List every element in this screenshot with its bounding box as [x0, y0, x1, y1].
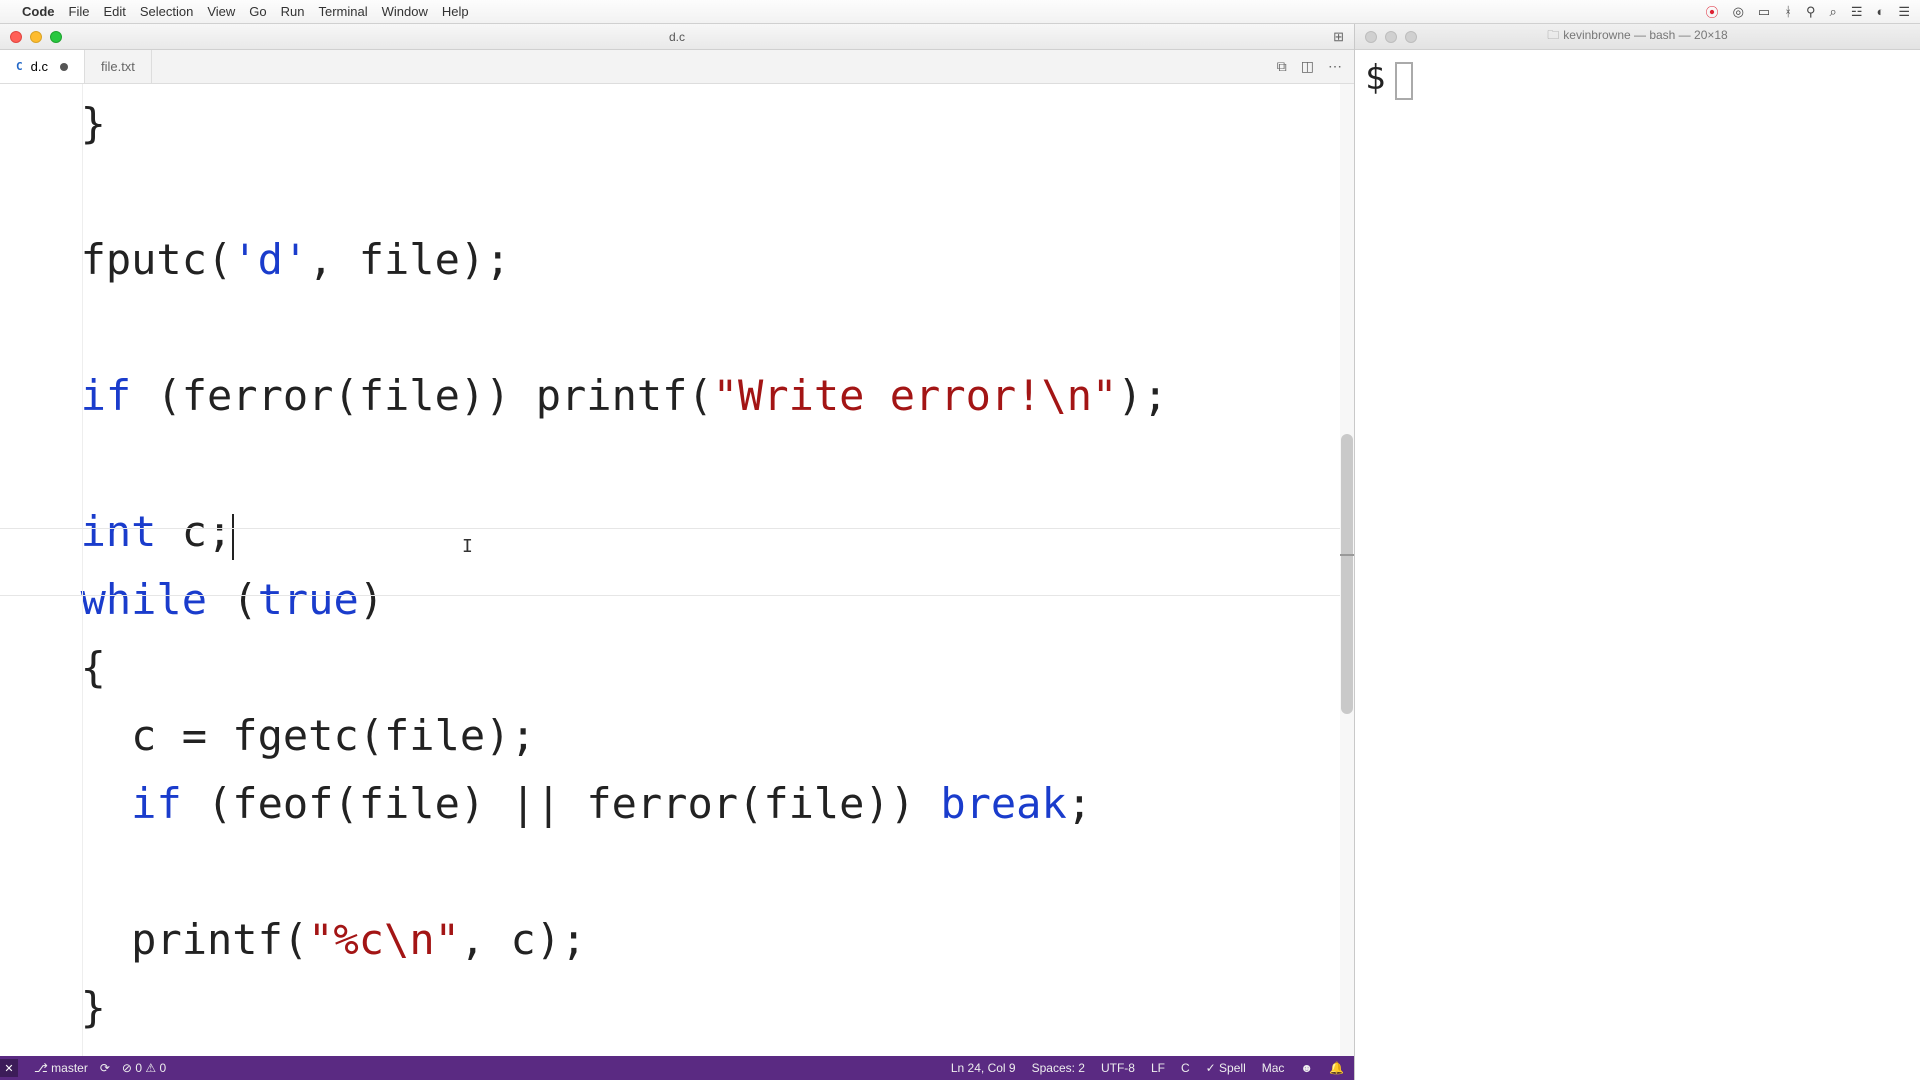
app-name[interactable]: Code [22, 4, 55, 19]
terminal-cursor [1395, 62, 1413, 100]
notification-icon[interactable]: ☰ [1898, 4, 1910, 20]
menu-view[interactable]: View [207, 4, 235, 19]
menu-file[interactable]: File [69, 4, 90, 19]
code-editor[interactable]: } fputc('d', file); if (ferror(file)) pr… [0, 84, 1354, 1056]
indent-guide [82, 84, 83, 1056]
more-actions-icon[interactable]: ⋯ [1328, 58, 1342, 75]
screen-record-icon[interactable]: ⦿ [1706, 2, 1719, 21]
target-icon[interactable]: ◎ [1733, 4, 1744, 20]
code-content[interactable]: } fputc('d', file); if (ferror(file)) pr… [0, 84, 1354, 1042]
terminal-window: 🗀kevinbrowne — bash — 20×18 $ [1355, 24, 1920, 1080]
split-editor-icon[interactable]: ◫ [1301, 58, 1314, 75]
close-button[interactable] [1365, 31, 1377, 43]
menu-selection[interactable]: Selection [140, 4, 193, 19]
editor-titlebar[interactable]: d.c ⊞ [0, 24, 1354, 50]
feedback-icon[interactable]: ☻ [1300, 1061, 1313, 1075]
compare-icon[interactable]: ⧉ [1277, 58, 1287, 75]
bluetooth-icon[interactable]: ᚼ [1784, 4, 1792, 19]
terminal-body[interactable]: $ [1355, 50, 1920, 1080]
menu-terminal[interactable]: Terminal [319, 4, 368, 19]
menu-window[interactable]: Window [382, 4, 428, 19]
minimize-button[interactable] [1385, 31, 1397, 43]
cursor-position[interactable]: Ln 24, Col 9 [951, 1061, 1016, 1075]
minimize-button[interactable] [30, 31, 42, 43]
menu-help[interactable]: Help [442, 4, 469, 19]
problems-indicator[interactable]: ⊘ 0 ⚠ 0 [122, 1061, 166, 1075]
text-caret-icon: I [462, 536, 473, 557]
tab-d-c[interactable]: C d.c [0, 50, 85, 83]
status-bar: ✕ ⎇ master ⟳ ⊘ 0 ⚠ 0 Ln 24, Col 9 Spaces… [0, 1056, 1354, 1080]
zoom-button[interactable] [1405, 31, 1417, 43]
menu-edit[interactable]: Edit [103, 4, 125, 19]
eol[interactable]: LF [1151, 1061, 1165, 1075]
titlebar-right-icons: ⊞ [1333, 29, 1344, 45]
scrollbar-thumb[interactable] [1341, 434, 1353, 714]
tab-dirty-indicator [60, 63, 68, 71]
display-icon[interactable]: ▭ [1758, 4, 1770, 20]
desktop: d.c ⊞ C d.c file.txt ⧉ ◫ ⋯ } fpu [0, 24, 1920, 1080]
editor-window-title: d.c [669, 30, 685, 44]
tab-label: d.c [31, 59, 48, 74]
editor-window: d.c ⊞ C d.c file.txt ⧉ ◫ ⋯ } fpu [0, 24, 1355, 1080]
terminal-titlebar[interactable]: 🗀kevinbrowne — bash — 20×18 [1355, 24, 1920, 50]
terminal-prompt: $ [1365, 58, 1385, 98]
spell-check[interactable]: ✓ Spell [1206, 1061, 1246, 1075]
indent-setting[interactable]: Spaces: 2 [1032, 1061, 1085, 1075]
scroll-marker [1340, 554, 1354, 556]
remote-indicator[interactable]: ✕ [0, 1059, 18, 1077]
folder-icon: 🗀 [1547, 28, 1559, 42]
git-sync-icon[interactable]: ⟳ [100, 1061, 110, 1075]
encoding[interactable]: UTF-8 [1101, 1061, 1135, 1075]
menu-run[interactable]: Run [281, 4, 305, 19]
git-branch[interactable]: ⎇ master [34, 1061, 88, 1075]
close-button[interactable] [10, 31, 22, 43]
platform[interactable]: Mac [1262, 1061, 1285, 1075]
layout-icon[interactable]: ⊞ [1333, 29, 1344, 45]
window-controls [10, 31, 62, 43]
tab-right-actions: ⧉ ◫ ⋯ [1277, 50, 1354, 83]
zoom-button[interactable] [50, 31, 62, 43]
wifi-icon[interactable]: ⚲ [1806, 4, 1816, 20]
control-center-icon[interactable]: ☲ [1851, 4, 1863, 20]
tab-label: file.txt [101, 59, 135, 74]
tab-file-txt[interactable]: file.txt [85, 50, 152, 83]
terminal-window-title: 🗀kevinbrowne — bash — 20×18 [1547, 26, 1727, 47]
menu-go[interactable]: Go [249, 4, 266, 19]
tab-lang-badge: C [16, 60, 23, 73]
menubar-status-icons: ⦿ ◎ ▭ ᚼ ⚲ ⌕ ☲ ◐ ☰ [1706, 2, 1910, 21]
language-mode[interactable]: C [1181, 1061, 1190, 1075]
notifications-icon[interactable]: 🔔 [1329, 1061, 1344, 1075]
scrollbar-track[interactable] [1340, 84, 1354, 1056]
window-controls [1365, 31, 1417, 43]
macos-menubar: Code File Edit Selection View Go Run Ter… [0, 0, 1920, 24]
siri-icon[interactable]: ◐ [1876, 4, 1884, 19]
search-icon[interactable]: ⌕ [1830, 4, 1837, 20]
editor-tabbar: C d.c file.txt ⧉ ◫ ⋯ [0, 50, 1354, 84]
